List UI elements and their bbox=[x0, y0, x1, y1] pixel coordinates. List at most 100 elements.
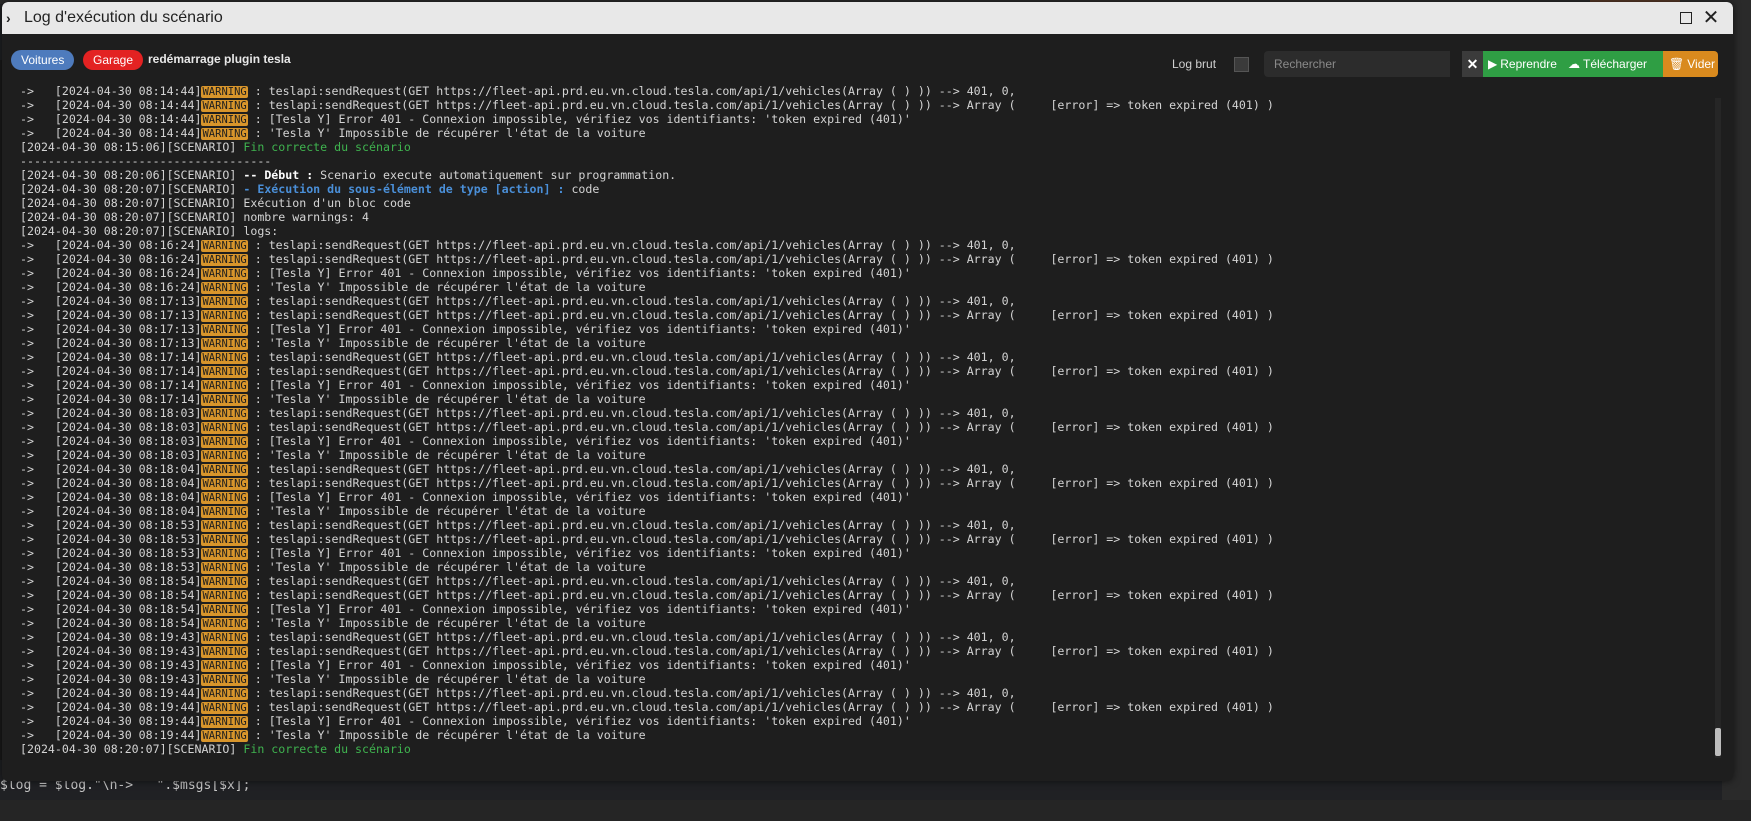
warning-badge: WARNING bbox=[201, 702, 248, 714]
warning-badge: WARNING bbox=[201, 450, 248, 462]
log-line: -> [2024-04-30 08:17:14]WARNING : [Tesla… bbox=[20, 378, 911, 392]
tag-voitures[interactable]: Voitures bbox=[11, 50, 75, 70]
clear-search-button[interactable]: ✕ bbox=[1462, 51, 1483, 77]
warning-badge: WARNING bbox=[201, 646, 248, 658]
scenario-log-modal: › Log d'exécution du scénario ✕ Voitures… bbox=[2, 2, 1733, 781]
log-line: [2024-04-30 08:15:06][SCENARIO] Fin corr… bbox=[20, 140, 411, 154]
log-line: ------------------------------------ bbox=[20, 154, 272, 168]
log-line: -> [2024-04-30 08:16:24]WARNING : teslap… bbox=[20, 252, 1274, 266]
log-toolbar: Voitures Garage redémarrage plugin tesla… bbox=[2, 34, 1733, 82]
log-line: -> [2024-04-30 08:18:04]WARNING : [Tesla… bbox=[20, 490, 911, 504]
log-line: -> [2024-04-30 08:18:04]WARNING : teslap… bbox=[20, 476, 1274, 490]
modal-title: Log d'exécution du scénario bbox=[24, 9, 223, 26]
log-line: -> [2024-04-30 08:17:13]WARNING : [Tesla… bbox=[20, 322, 911, 336]
log-line: -> [2024-04-30 08:18:53]WARNING : teslap… bbox=[20, 532, 1274, 546]
warning-badge: WARNING bbox=[201, 632, 248, 644]
log-scrollbar-thumb[interactable] bbox=[1715, 728, 1721, 756]
log-line: -> [2024-04-30 08:18:53]WARNING : 'Tesla… bbox=[20, 560, 646, 574]
warning-badge: WARNING bbox=[201, 114, 248, 126]
modal-titlebar: › Log d'exécution du scénario ✕ bbox=[2, 2, 1733, 34]
telecharger-button[interactable]: ☁ Télécharger bbox=[1561, 51, 1663, 77]
log-scrollbar[interactable] bbox=[1715, 98, 1721, 758]
log-line: -> [2024-04-30 08:19:43]WARNING : 'Tesla… bbox=[20, 672, 646, 686]
log-line: -> [2024-04-30 08:14:44]WARNING : 'Tesla… bbox=[20, 126, 646, 140]
warning-badge: WARNING bbox=[201, 520, 248, 532]
log-line: -> [2024-04-30 08:14:44]WARNING : teslap… bbox=[20, 98, 1274, 112]
close-icon: ✕ bbox=[1702, 7, 1720, 29]
search-input[interactable] bbox=[1264, 51, 1450, 77]
background-bottom-bar bbox=[0, 800, 1751, 821]
warning-badge: WARNING bbox=[201, 296, 248, 308]
warning-badge: WARNING bbox=[201, 394, 248, 406]
log-line: -> [2024-04-30 08:18:03]WARNING : [Tesla… bbox=[20, 434, 911, 448]
warning-badge: WARNING bbox=[201, 576, 248, 588]
trash-icon: 🗑 bbox=[1669, 57, 1685, 71]
log-line: [2024-04-30 08:20:06][SCENARIO] -- Début… bbox=[20, 168, 677, 182]
log-line: -> [2024-04-30 08:19:43]WARNING : teslap… bbox=[20, 644, 1274, 658]
log-line: -> [2024-04-30 08:14:44]WARNING : teslap… bbox=[20, 84, 1016, 98]
log-line: [2024-04-30 08:20:07][SCENARIO] logs: bbox=[20, 224, 279, 238]
log-line: -> [2024-04-30 08:19:44]WARNING : teslap… bbox=[20, 700, 1274, 714]
warning-badge: WARNING bbox=[201, 240, 248, 252]
warning-badge: WARNING bbox=[201, 548, 248, 560]
success-text: Fin correcte du scénario bbox=[243, 742, 411, 756]
log-line: [2024-04-30 08:20:07][SCENARIO] nombre w… bbox=[20, 210, 370, 224]
warning-badge: WARNING bbox=[201, 464, 248, 476]
log-output: -> [2024-04-30 08:14:44]WARNING : teslap… bbox=[20, 84, 1710, 770]
log-line: [2024-04-30 08:20:07][SCENARIO] Exécutio… bbox=[20, 196, 411, 210]
maximize-icon bbox=[1680, 12, 1692, 24]
tag-garage[interactable]: Garage bbox=[83, 50, 144, 70]
warning-badge: WARNING bbox=[201, 324, 248, 336]
log-line: [2024-04-30 08:20:07][SCENARIO] Fin corr… bbox=[20, 742, 411, 756]
warning-badge: WARNING bbox=[201, 506, 248, 518]
warning-badge: WARNING bbox=[201, 436, 248, 448]
warning-badge: WARNING bbox=[201, 268, 248, 280]
log-line: -> [2024-04-30 08:18:54]WARNING : teslap… bbox=[20, 588, 1274, 602]
warning-badge: WARNING bbox=[201, 366, 248, 378]
warning-badge: WARNING bbox=[201, 534, 248, 546]
warning-badge: WARNING bbox=[201, 128, 248, 140]
log-brut-checkbox[interactable] bbox=[1234, 57, 1249, 72]
log-line: -> [2024-04-30 08:18:04]WARNING : teslap… bbox=[20, 462, 1016, 476]
warning-badge: WARNING bbox=[201, 688, 248, 700]
log-line: -> [2024-04-30 08:18:54]WARNING : 'Tesla… bbox=[20, 616, 646, 630]
log-line: -> [2024-04-30 08:17:13]WARNING : 'Tesla… bbox=[20, 336, 646, 350]
reprendre-label: Reprendre bbox=[1500, 57, 1557, 71]
reprendre-button[interactable]: ▶ Reprendre bbox=[1483, 51, 1561, 77]
log-line: -> [2024-04-30 08:17:14]WARNING : teslap… bbox=[20, 350, 1016, 364]
maximize-button[interactable] bbox=[1676, 8, 1696, 28]
warning-badge: WARNING bbox=[201, 618, 248, 630]
action-text: - Exécution du sous-élément de type [act… bbox=[243, 182, 565, 196]
log-line: -> [2024-04-30 08:18:03]WARNING : teslap… bbox=[20, 406, 1016, 420]
log-line: -> [2024-04-30 08:19:44]WARNING : teslap… bbox=[20, 686, 1016, 700]
play-icon: ▶ bbox=[1488, 57, 1498, 71]
warning-badge: WARNING bbox=[201, 730, 248, 742]
log-brut-label: Log brut bbox=[1172, 57, 1217, 71]
log-line: -> [2024-04-30 08:17:13]WARNING : teslap… bbox=[20, 294, 1016, 308]
warning-badge: WARNING bbox=[201, 492, 248, 504]
log-line: -> [2024-04-30 08:18:53]WARNING : teslap… bbox=[20, 518, 1016, 532]
warning-badge: WARNING bbox=[201, 310, 248, 322]
log-line: -> [2024-04-30 08:16:24]WARNING : teslap… bbox=[20, 238, 1016, 252]
log-line: [2024-04-30 08:20:07][SCENARIO] - Exécut… bbox=[20, 182, 600, 196]
log-line: -> [2024-04-30 08:16:24]WARNING : [Tesla… bbox=[20, 266, 911, 280]
chevron-right-icon: › bbox=[6, 10, 11, 26]
log-line: -> [2024-04-30 08:18:03]WARNING : 'Tesla… bbox=[20, 448, 646, 462]
log-line: -> [2024-04-30 08:19:44]WARNING : 'Tesla… bbox=[20, 728, 646, 742]
warning-badge: WARNING bbox=[201, 380, 248, 392]
telecharger-label: Télécharger bbox=[1583, 57, 1648, 71]
success-text: Fin correcte du scénario bbox=[243, 140, 411, 154]
warning-badge: WARNING bbox=[201, 86, 248, 98]
log-line: -> [2024-04-30 08:16:24]WARNING : 'Tesla… bbox=[20, 280, 646, 294]
log-line: -> [2024-04-30 08:18:54]WARNING : [Tesla… bbox=[20, 602, 911, 616]
warning-badge: WARNING bbox=[201, 408, 248, 420]
vider-button[interactable]: 🗑 Vider bbox=[1663, 51, 1718, 77]
log-line: -> [2024-04-30 08:18:53]WARNING : [Tesla… bbox=[20, 546, 911, 560]
log-line: -> [2024-04-30 08:14:44]WARNING : [Tesla… bbox=[20, 112, 911, 126]
log-line: -> [2024-04-30 08:17:13]WARNING : teslap… bbox=[20, 308, 1274, 322]
scenario-name: redémarrage plugin tesla bbox=[148, 52, 291, 66]
warning-badge: WARNING bbox=[201, 674, 248, 686]
debut-text: -- Début : bbox=[243, 168, 314, 182]
warning-badge: WARNING bbox=[201, 478, 248, 490]
close-button[interactable]: ✕ bbox=[1701, 8, 1721, 28]
